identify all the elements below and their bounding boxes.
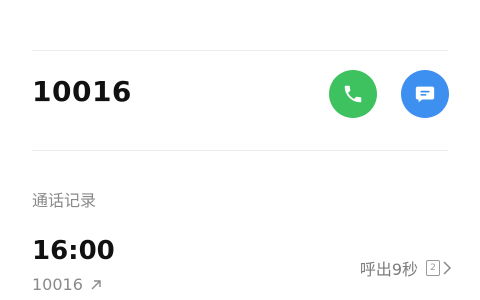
call-button[interactable]: [329, 70, 377, 118]
message-button[interactable]: [401, 70, 449, 118]
contact-number: 10016: [32, 75, 132, 108]
call-time: 16:00: [32, 236, 115, 266]
top-divider: [32, 50, 448, 51]
call-log-entry[interactable]: 16:00 10016 呼出9秒 2: [0, 232, 480, 298]
phone-icon: [344, 85, 362, 103]
section-divider: [32, 150, 448, 151]
message-icon: [415, 86, 435, 103]
call-detail: 呼出9秒 2: [360, 256, 452, 280]
outgoing-arrow-icon: [91, 279, 101, 289]
call-log-title: 通话记录: [32, 191, 97, 210]
chevron-right-icon[interactable]: [442, 260, 452, 276]
call-number: 10016: [32, 275, 83, 294]
call-duration: 呼出9秒: [359, 260, 418, 279]
contact-detail-screen: 10016 通话记录 16:00 10016 呼出9秒 2: [0, 0, 480, 300]
call-number-line: 10016: [32, 275, 103, 294]
sim-badge: 2: [426, 260, 440, 276]
